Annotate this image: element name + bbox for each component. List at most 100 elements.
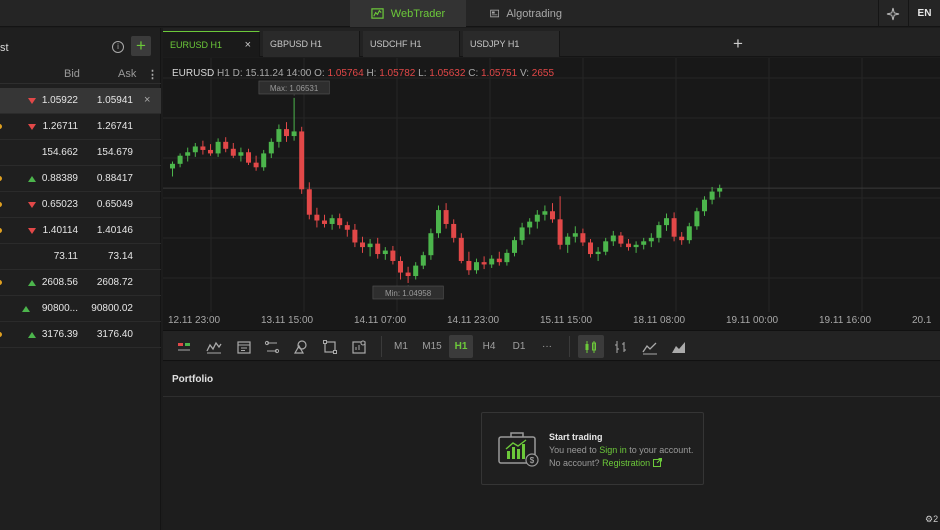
timeframe-m1-button[interactable]: M1 xyxy=(391,335,411,358)
candle-body xyxy=(443,210,449,224)
webtrader-button[interactable]: WebTrader xyxy=(350,0,466,27)
calendar-icon xyxy=(237,340,251,354)
candle-body xyxy=(306,189,312,215)
corner-text: 2 xyxy=(933,514,939,524)
candle xyxy=(276,124,282,148)
watchlist-row[interactable]: 3176.39 3176.40 xyxy=(0,322,161,348)
close-tab-icon[interactable]: × xyxy=(245,32,251,58)
watchlist-row[interactable]: 2608.56 2608.72 xyxy=(0,270,161,296)
x-tick-label: 18.11 08:00 xyxy=(633,315,686,326)
candle-body xyxy=(702,199,707,212)
watchlist-row[interactable]: 1.26711 1.26741 xyxy=(0,114,161,140)
ask-value: 73.14 xyxy=(107,251,133,262)
readout-c: C: xyxy=(468,68,478,79)
calendar-button[interactable] xyxy=(231,335,257,358)
bid-value: 154.662 xyxy=(41,147,78,158)
magic-wand-button[interactable] xyxy=(878,0,906,27)
candle-body xyxy=(519,227,525,241)
status-dot xyxy=(0,124,2,129)
x-tick-label: 13.11 15:00 xyxy=(261,315,314,326)
corner-indicator: ⚙2 xyxy=(925,514,938,525)
candle xyxy=(534,210,540,229)
more-timeframes-button[interactable]: ··· xyxy=(536,335,558,358)
timeframe-h4-button[interactable]: H4 xyxy=(477,335,501,358)
watchlist-row[interactable]: 73.11 73.14 xyxy=(0,244,161,270)
watchlist-row[interactable]: 0.65023 0.65049 xyxy=(0,192,161,218)
status-dot xyxy=(0,176,2,181)
candle-body xyxy=(382,250,388,255)
candle xyxy=(352,223,358,248)
gear-icon[interactable]: ⚙ xyxy=(925,514,933,524)
arrow-down-icon xyxy=(27,228,36,234)
candle xyxy=(633,241,639,253)
algotrading-button[interactable]: Algotrading xyxy=(480,0,572,27)
watchlist-row[interactable]: 90800... 90800.02 xyxy=(0,296,161,322)
shapes-button[interactable] xyxy=(288,335,314,358)
indicators-button[interactable] xyxy=(201,335,227,358)
area-chart-button[interactable] xyxy=(666,335,692,358)
candle-body xyxy=(390,250,396,261)
bid-value: 3176.39 xyxy=(41,329,78,340)
timeframe-m15-button[interactable]: M15 xyxy=(419,335,445,358)
candle xyxy=(618,232,624,248)
trend-line-button[interactable] xyxy=(259,335,285,358)
ask-value: 154.679 xyxy=(96,147,133,158)
bid-value: 0.65023 xyxy=(41,199,78,210)
candle-body xyxy=(534,214,540,222)
add-tab-button[interactable]: + xyxy=(727,33,749,55)
external-link-icon[interactable] xyxy=(652,458,662,467)
candle xyxy=(603,237,609,256)
timeframe-h1-button[interactable]: H1 xyxy=(449,335,473,358)
tab-chart[interactable]: USDCHF H1 xyxy=(363,31,460,57)
candle-body xyxy=(618,235,624,244)
ask-value: 3176.40 xyxy=(96,329,133,340)
bars-chart-button[interactable] xyxy=(608,335,634,358)
watchlist-header: st i + xyxy=(0,32,161,62)
status-dot xyxy=(0,280,2,285)
ask-value: 2608.72 xyxy=(96,277,133,288)
candle xyxy=(268,138,274,159)
info-icon[interactable]: i xyxy=(112,41,124,53)
arrow-up-icon xyxy=(27,176,36,182)
chart-settings-button[interactable] xyxy=(346,335,372,358)
language-selector[interactable]: EN xyxy=(908,0,940,27)
line-chart-button[interactable] xyxy=(637,335,663,358)
close-icon[interactable]: × xyxy=(144,94,150,106)
tab-chart[interactable]: EURUSD H1 × xyxy=(163,31,260,57)
candle-body xyxy=(360,242,365,248)
ask-value: 0.88417 xyxy=(96,173,133,184)
candle-body xyxy=(451,223,457,238)
candlestick-chart[interactable]: Max: 1.06531 Min: 1.04958 EURUSD H1 D: 15.… xyxy=(163,58,940,330)
tab-chart[interactable]: USDJPY H1 xyxy=(463,31,560,57)
candle-body xyxy=(223,141,229,149)
bid-value: 1.05922 xyxy=(41,95,78,106)
registration-line: No account? Registration xyxy=(549,458,662,468)
timeframe-d1-button[interactable]: D1 xyxy=(507,335,531,358)
candle-body xyxy=(208,149,213,154)
candle xyxy=(344,221,350,237)
min-label: Min: 1.04958 xyxy=(372,285,444,300)
add-symbol-button[interactable]: + xyxy=(131,36,151,56)
price-chart[interactable]: Max: 1.06531 Min: 1.04958 EURUSD H1 D: 15.… xyxy=(163,58,940,330)
bid-value: 1.26711 xyxy=(42,121,78,132)
sign-in-link[interactable]: Sign in xyxy=(599,445,627,455)
robot-window-icon xyxy=(490,9,500,18)
watchlist-row[interactable]: 154.662 154.679 xyxy=(0,140,161,166)
candle xyxy=(679,232,685,245)
briefcase-chart-icon: $ xyxy=(498,432,539,467)
candle xyxy=(420,251,426,270)
watchlist-row[interactable]: 0.88389 0.88417 xyxy=(0,166,161,192)
frame-button[interactable] xyxy=(317,335,343,358)
registration-link[interactable]: Registration xyxy=(602,458,650,468)
candle-body xyxy=(170,163,175,169)
candle xyxy=(686,222,692,244)
watchlist-row[interactable]: 1.40114 1.40146 xyxy=(0,218,161,244)
candle xyxy=(557,196,563,250)
chart-type-tool-button[interactable] xyxy=(171,335,197,358)
kebab-menu-icon[interactable]: ⋮ xyxy=(147,68,158,81)
tab-chart[interactable]: GBPUSD H1 xyxy=(263,31,360,57)
candles-chart-button[interactable] xyxy=(578,335,604,358)
watchlist-row[interactable]: 1.05922 1.05941 × xyxy=(0,88,161,114)
readout-hv: 1.05782 xyxy=(379,68,416,79)
candle xyxy=(542,205,548,221)
